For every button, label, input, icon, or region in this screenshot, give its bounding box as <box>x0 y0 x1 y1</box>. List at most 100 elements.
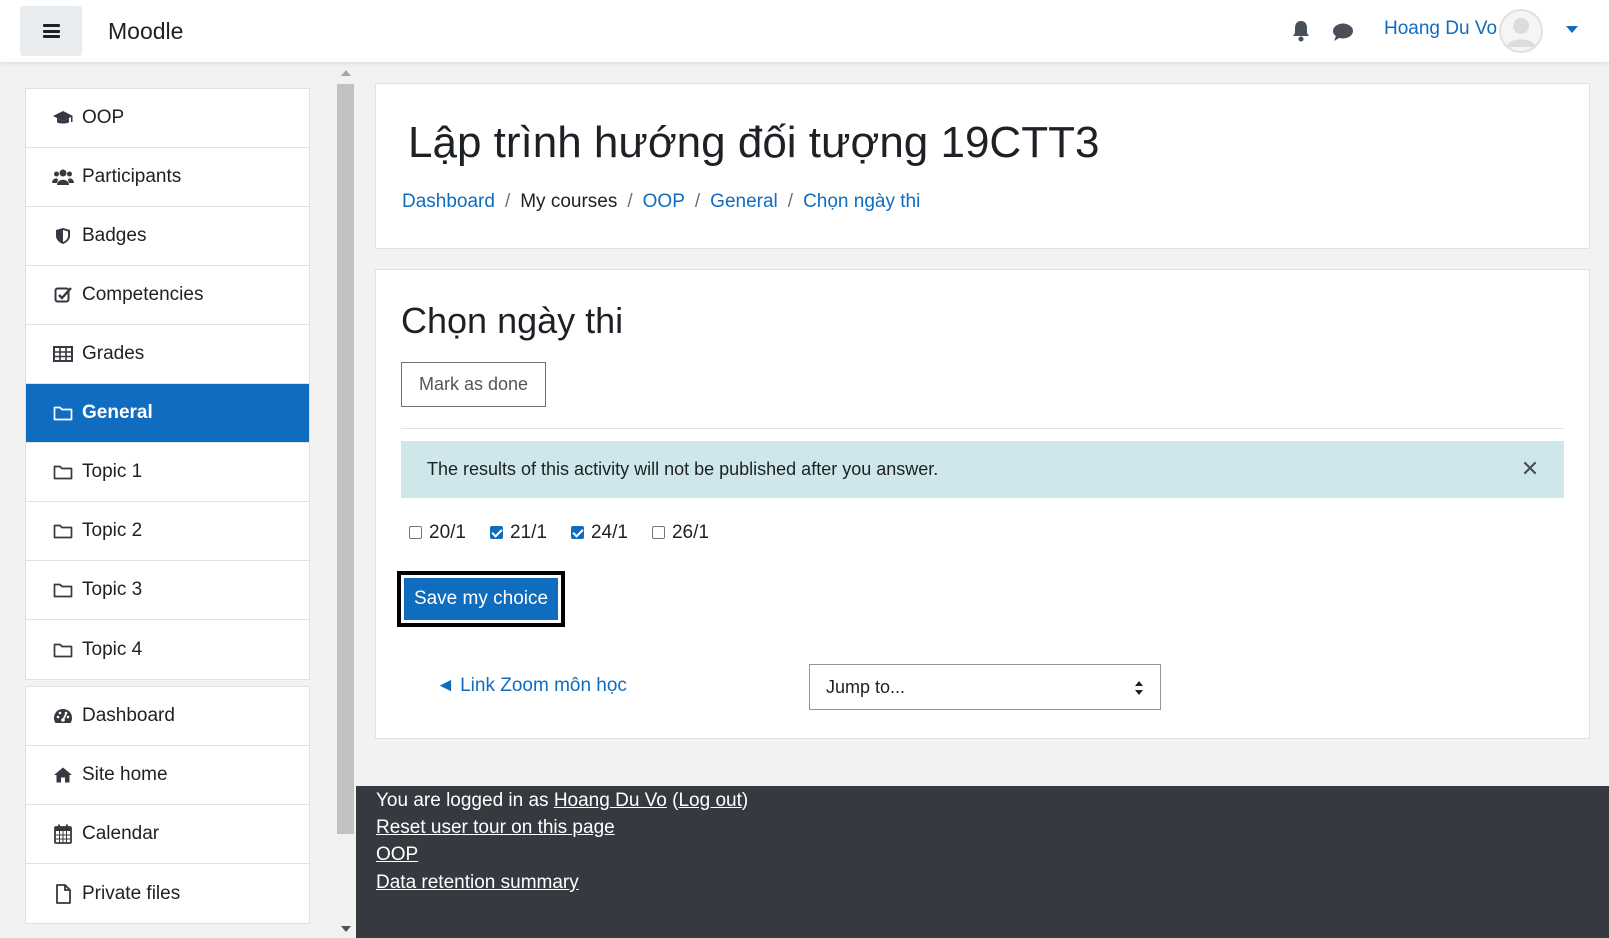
sidebar-item-label: Dashboard <box>82 705 175 726</box>
sidebar-item-label: Badges <box>82 225 147 246</box>
sidebar-item-label: Competencies <box>82 284 204 305</box>
breadcrumb-separator: / <box>694 191 701 212</box>
dashboard-icon <box>52 706 74 726</box>
course-nav-group: OOP Participants Badges Competencies Grades G… <box>25 88 310 680</box>
close-icon[interactable] <box>1522 460 1538 476</box>
folder-icon <box>52 462 74 482</box>
breadcrumb-item[interactable]: OOP <box>643 191 685 212</box>
folder-icon <box>52 580 74 600</box>
choice-label: 26/1 <box>671 522 709 543</box>
footer-user-link[interactable]: Hoang Du Vo <box>554 790 667 811</box>
sidebar-item-label: General <box>82 402 153 423</box>
choice-label: 20/1 <box>429 522 466 543</box>
user-name-link[interactable]: Hoang Du Vo <box>1384 18 1497 40</box>
sidebar-scrollbar[interactable] <box>337 66 354 938</box>
previous-activity-link[interactable]: ◄ Link Zoom môn học <box>436 675 627 697</box>
login-prefix: You are logged in as <box>376 790 554 811</box>
choice-option[interactable]: 20/1 <box>409 522 466 544</box>
mark-as-done-button[interactable]: Mark as done <box>401 362 546 407</box>
activity-title: Chọn ngày thi <box>401 300 624 341</box>
sidebar-item-topic-2[interactable]: Topic 2 <box>26 502 309 561</box>
sidebar-item-participants[interactable]: Participants <box>26 148 309 207</box>
folder-icon <box>52 521 74 541</box>
choice-option[interactable]: 24/1 <box>570 522 628 544</box>
site-brand[interactable]: Moodle <box>108 18 183 45</box>
sidebar-item-badges[interactable]: Badges <box>26 207 309 266</box>
sidebar-item-label: Calendar <box>82 823 160 844</box>
choice-checkbox[interactable] <box>489 525 503 539</box>
logout-link[interactable]: Log out <box>678 790 741 811</box>
data-retention-link[interactable]: Data retention summary <box>376 872 579 894</box>
sidebar-item-label: OOP <box>82 107 125 128</box>
graduation-cap-icon <box>52 108 74 128</box>
breadcrumb-item[interactable]: General <box>710 191 778 212</box>
save-my-choice-button[interactable]: Save my choice <box>404 578 558 620</box>
menu-icon <box>42 24 60 38</box>
choice-checkbox[interactable] <box>409 525 422 539</box>
table-icon <box>52 344 74 364</box>
jump-to-value: Jump to... <box>826 676 906 697</box>
save-focus-outline: Save my choice <box>397 571 565 627</box>
sidebar-item-topic-1[interactable]: Topic 1 <box>26 443 309 502</box>
divider <box>401 428 1564 429</box>
scroll-up-icon[interactable] <box>341 70 351 76</box>
sidebar-item-topic-3[interactable]: Topic 3 <box>26 561 309 620</box>
caret-down-icon[interactable] <box>1566 26 1578 33</box>
select-arrows-icon <box>1135 681 1143 695</box>
bell-icon[interactable] <box>1291 20 1311 42</box>
sidebar-item-private-files[interactable]: Private files <box>26 864 309 923</box>
choice-label: 24/1 <box>590 522 628 543</box>
page-footer: You are logged in as Hoang Du Vo (Log ou… <box>356 786 1609 938</box>
breadcrumb-item[interactable]: Chọn ngày thi <box>803 191 920 212</box>
sidebar-item-label: Private files <box>82 882 181 904</box>
sidebar-item-oop[interactable]: OOP <box>26 89 309 148</box>
alert-text: The results of this activity will not be… <box>427 459 939 479</box>
jump-to-select[interactable]: Jump to... <box>809 664 1161 710</box>
checkbox-icon <box>52 285 74 305</box>
avatar[interactable] <box>1499 9 1543 53</box>
choice-options: 20/1 21/1 24/1 26/1 <box>409 522 733 544</box>
breadcrumb: Dashboard / My courses / OOP / General / Chọn ng… <box>402 191 920 213</box>
sidebar-item-label: Participants <box>82 166 182 187</box>
users-icon <box>52 167 74 187</box>
top-navbar: Moodle Hoang Du Vo <box>0 0 1609 62</box>
sidebar-item-site-home[interactable]: Site home <box>26 746 309 805</box>
sidebar-item-label: Topic 4 <box>82 638 143 660</box>
breadcrumb-item: My courses <box>520 191 618 212</box>
sidebar-item-label: Topic 2 <box>82 520 143 541</box>
logout-close: ) <box>741 790 749 811</box>
sidebar-item-topic-4[interactable]: Topic 4 <box>26 620 309 679</box>
choice-checkbox[interactable] <box>570 525 584 539</box>
login-info: You are logged in as Hoang Du Vo (Log ou… <box>376 790 748 812</box>
breadcrumb-separator: / <box>504 191 511 212</box>
sidebar-item-calendar[interactable]: Calendar <box>26 805 309 864</box>
home-icon <box>52 765 74 785</box>
sidebar-item-label: Grades <box>82 343 145 364</box>
info-alert: The results of this activity will not be… <box>401 441 1564 498</box>
page-header: Lập trình hướng đối tượng 19CTT3 Dashboa… <box>375 83 1590 249</box>
chat-icon[interactable] <box>1332 22 1354 42</box>
site-nav-group: Dashboard Site home Calendar Private files <box>25 686 310 924</box>
sidebar-item-grades[interactable]: Grades <box>26 325 309 384</box>
user-avatar-icon <box>1499 9 1543 53</box>
choice-option[interactable]: 21/1 <box>489 522 547 544</box>
sidebar-item-dashboard[interactable]: Dashboard <box>26 687 309 746</box>
sidebar-item-label: Topic 1 <box>82 461 143 482</box>
scroll-down-icon[interactable] <box>341 926 351 932</box>
breadcrumb-item[interactable]: Dashboard <box>402 191 495 212</box>
sidebar-item-competencies[interactable]: Competencies <box>26 266 309 325</box>
reset-tour-link[interactable]: Reset user tour on this page <box>376 817 615 839</box>
nav-drawer: OOP Participants Badges Competencies Grades G… <box>25 88 310 924</box>
scrollbar-thumb[interactable] <box>337 84 354 834</box>
sidebar-item-general[interactable]: General <box>26 384 309 443</box>
folder-icon <box>52 640 74 660</box>
logout-open: ( <box>666 790 679 811</box>
footer-course-link[interactable]: OOP <box>376 844 418 866</box>
choice-checkbox[interactable] <box>651 525 665 539</box>
folder-icon <box>52 403 74 423</box>
menu-toggle-button[interactable] <box>20 6 82 56</box>
choice-option[interactable]: 26/1 <box>651 522 709 544</box>
page-title: Lập trình hướng đối tượng 19CTT3 <box>408 118 1100 167</box>
calendar-icon <box>52 824 74 844</box>
shield-icon <box>52 226 74 246</box>
